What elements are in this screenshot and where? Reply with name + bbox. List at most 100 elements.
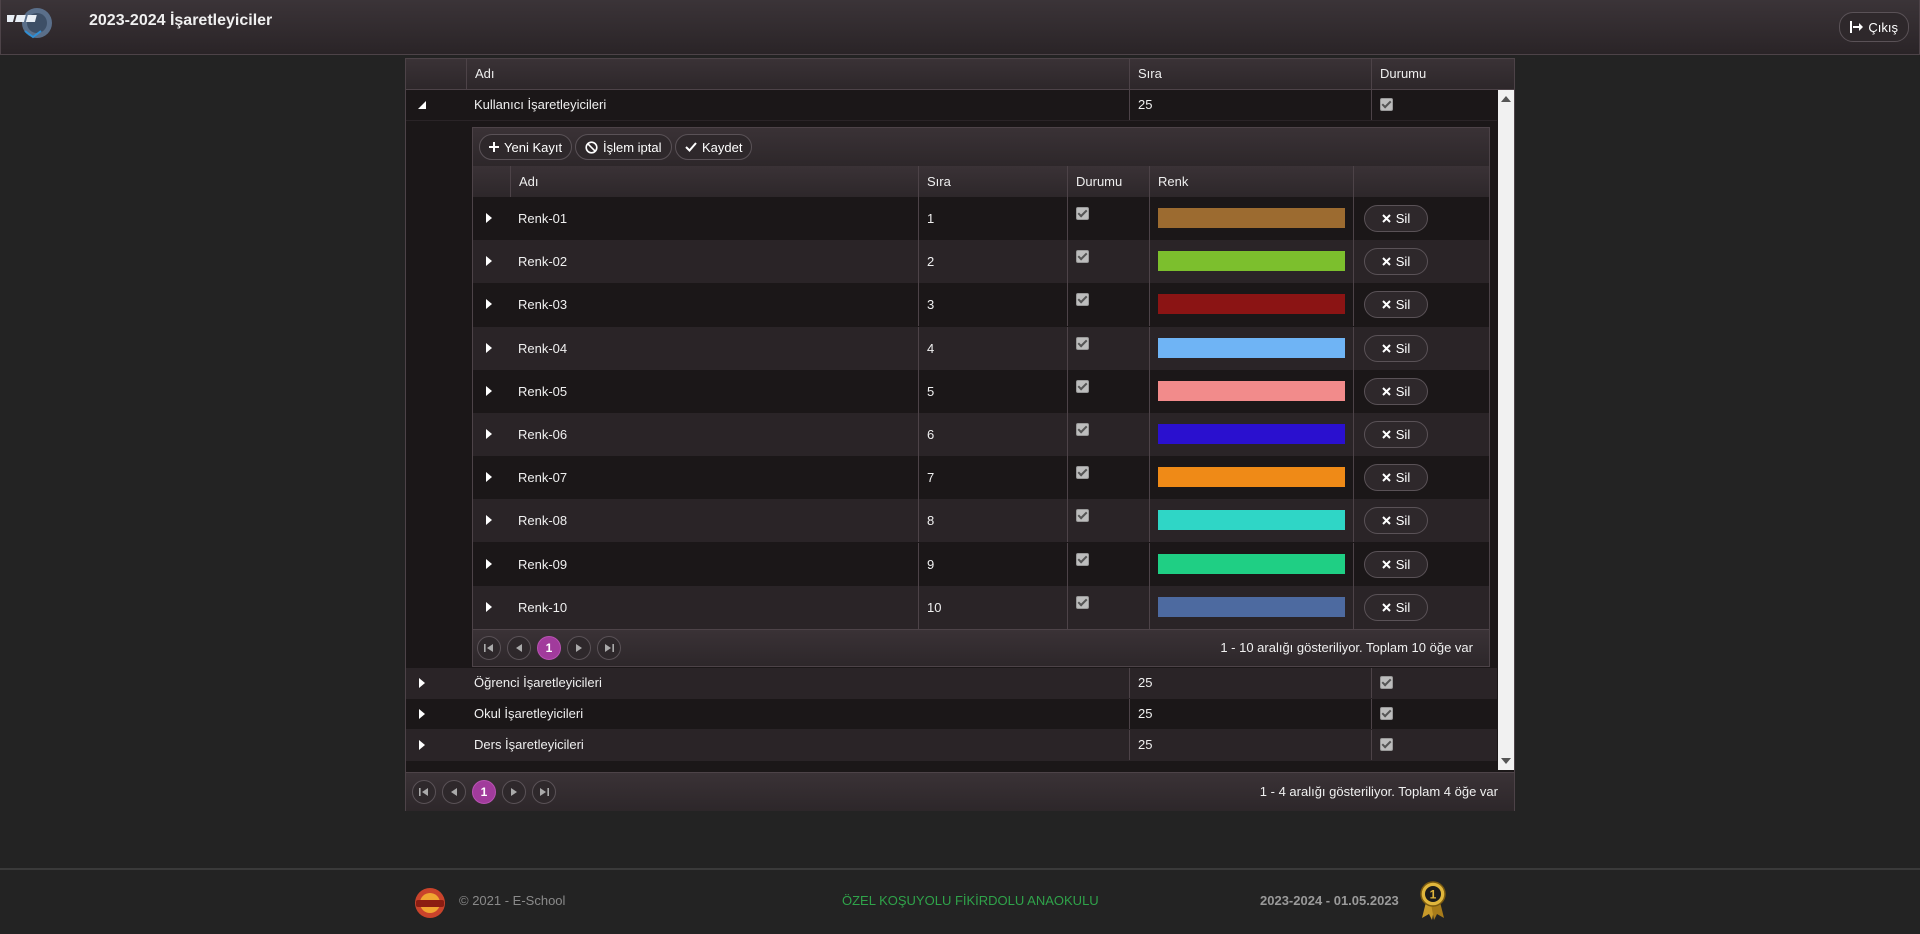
expand-icon[interactable] <box>486 342 492 353</box>
detail-row-actions: Sil <box>1353 413 1489 456</box>
next-page-button[interactable] <box>502 780 526 804</box>
detail-row[interactable]: Renk-06 6 Sil <box>473 413 1489 456</box>
school-name[interactable]: ÖZEL KOŞUYOLU FİKİRDOLU ANAOKULU <box>842 893 1099 908</box>
first-page-button[interactable] <box>477 636 501 660</box>
row-status-cell <box>1371 730 1497 760</box>
detail-row[interactable]: Renk-02 2 Sil <box>473 240 1489 284</box>
collapse-icon[interactable] <box>418 101 426 109</box>
detail-header-status[interactable]: Durumu <box>1067 166 1149 197</box>
expand-icon[interactable] <box>486 601 492 612</box>
delete-button[interactable]: Sil <box>1364 334 1428 362</box>
expand-icon[interactable] <box>419 709 425 719</box>
detail-row[interactable]: Renk-08 8 Sil <box>473 499 1489 543</box>
next-page-icon <box>576 644 582 652</box>
grid-row-student-markers[interactable]: Öğrenci İşaretleyicileri 25 <box>406 668 1497 699</box>
detail-row-actions: Sil <box>1353 369 1489 413</box>
detail-header-name[interactable]: Adı <box>510 166 918 197</box>
detail-row[interactable]: Renk-10 10 Sil <box>473 585 1489 629</box>
grid-pager: 1 1 - 4 aralığı gösteriliyor. Toplam 4 ö… <box>406 772 1514 811</box>
expand-icon[interactable] <box>486 558 492 569</box>
delete-button[interactable]: Sil <box>1364 507 1428 535</box>
detail-row[interactable]: Renk-09 9 Sil <box>473 542 1489 586</box>
color-swatch <box>1158 467 1345 488</box>
delete-button[interactable]: Sil <box>1364 464 1428 492</box>
detail-header-color[interactable]: Renk <box>1149 166 1353 197</box>
prev-page-button[interactable] <box>507 636 531 660</box>
first-page-button[interactable] <box>412 780 436 804</box>
close-icon <box>1382 516 1391 526</box>
current-page-button[interactable]: 1 <box>537 636 561 660</box>
detail-row-order: 2 <box>918 240 1067 284</box>
scroll-down-icon[interactable] <box>1501 758 1511 764</box>
color-swatch <box>1158 424 1345 444</box>
header-status[interactable]: Durumu <box>1371 59 1514 89</box>
detail-row-name: Renk-02 <box>518 254 568 270</box>
detail-row-actions: Sil <box>1353 240 1489 284</box>
detail-header-expand-col <box>473 166 510 197</box>
status-checkbox <box>1076 250 1089 264</box>
delete-button[interactable]: Sil <box>1364 291 1428 319</box>
detail-row-order: 6 <box>918 413 1067 456</box>
detail-row-status-cell <box>1067 240 1149 284</box>
new-record-button[interactable]: Yeni Kayıt <box>479 134 573 160</box>
detail-pager-info: 1 - 10 aralığı gösteriliyor. Toplam 10 ö… <box>1220 640 1473 655</box>
current-page-button[interactable]: 1 <box>472 780 496 804</box>
expand-icon[interactable] <box>419 678 425 688</box>
delete-button[interactable]: Sil <box>1364 550 1428 578</box>
detail-row[interactable]: Renk-03 3 Sil <box>473 283 1489 327</box>
last-page-button[interactable] <box>597 636 621 660</box>
close-icon <box>1382 300 1391 310</box>
cancel-button[interactable]: İşlem iptal <box>575 134 672 160</box>
exit-button[interactable]: Çıkış <box>1839 12 1909 42</box>
header-order[interactable]: Sıra <box>1129 59 1371 89</box>
status-checkbox <box>1076 595 1089 609</box>
page-title: 2023-2024 İşaretleyiciler <box>89 12 273 29</box>
grid-row-school-markers[interactable]: Okul İşaretleyicileri 25 <box>406 699 1497 730</box>
expand-icon[interactable] <box>486 213 492 223</box>
scroll-up-icon[interactable] <box>1501 96 1511 102</box>
last-page-icon <box>605 644 614 652</box>
grid-row-lesson-markers[interactable]: Ders İşaretleyicileri 25 <box>406 730 1497 761</box>
next-page-button[interactable] <box>567 636 591 660</box>
row-name: Öğrenci İşaretleyicileri <box>474 675 602 690</box>
delete-button[interactable]: Sil <box>1364 205 1428 232</box>
expand-icon[interactable] <box>486 515 492 526</box>
detail-row-status-cell <box>1067 197 1149 240</box>
expand-icon[interactable] <box>486 256 492 267</box>
new-record-label: Yeni Kayıt <box>504 139 563 155</box>
delete-button[interactable]: Sil <box>1364 421 1428 448</box>
detail-row[interactable]: Renk-04 4 Sil <box>473 326 1489 370</box>
grid-row-user-markers[interactable]: Kullanıcı İşaretleyicileri 25 <box>406 90 1497 121</box>
detail-row-name: Renk-09 <box>518 556 568 572</box>
detail-row[interactable]: Renk-07 7 Sil <box>473 456 1489 500</box>
expand-icon[interactable] <box>486 429 492 439</box>
detail-row-color-cell <box>1149 326 1353 370</box>
detail-row-order: 4 <box>918 326 1067 370</box>
detail-row[interactable]: Renk-05 5 Sil <box>473 369 1489 413</box>
delete-button[interactable]: Sil <box>1364 593 1428 621</box>
award-medal-icon: 1 <box>1420 881 1446 920</box>
top-bar: 2023-2024 İşaretleyiciler Çıkış <box>0 0 1920 55</box>
vertical-scrollbar[interactable] <box>1498 90 1514 770</box>
expand-icon[interactable] <box>486 299 492 310</box>
delete-label: Sil <box>1395 513 1411 529</box>
detail-header-order[interactable]: Sıra <box>918 166 1067 197</box>
color-swatch <box>1158 208 1345 228</box>
save-button[interactable]: Kaydet <box>675 134 753 160</box>
cancel-icon <box>585 140 598 154</box>
prev-page-button[interactable] <box>442 780 466 804</box>
last-page-button[interactable] <box>532 780 556 804</box>
delete-button[interactable]: Sil <box>1364 377 1428 405</box>
close-icon <box>1382 387 1391 396</box>
delete-label: Sil <box>1395 556 1411 572</box>
expand-icon[interactable] <box>419 740 425 750</box>
expand-icon[interactable] <box>486 472 492 483</box>
detail-row[interactable]: Renk-01 1 Sil <box>473 197 1489 240</box>
expand-icon[interactable] <box>486 385 492 396</box>
header-name[interactable]: Adı <box>466 59 1129 89</box>
status-checkbox <box>1076 423 1089 436</box>
delete-button[interactable]: Sil <box>1364 248 1428 276</box>
row-order: 25 <box>1129 90 1371 120</box>
status-checkbox <box>1380 738 1393 751</box>
delete-label: Sil <box>1395 297 1411 313</box>
